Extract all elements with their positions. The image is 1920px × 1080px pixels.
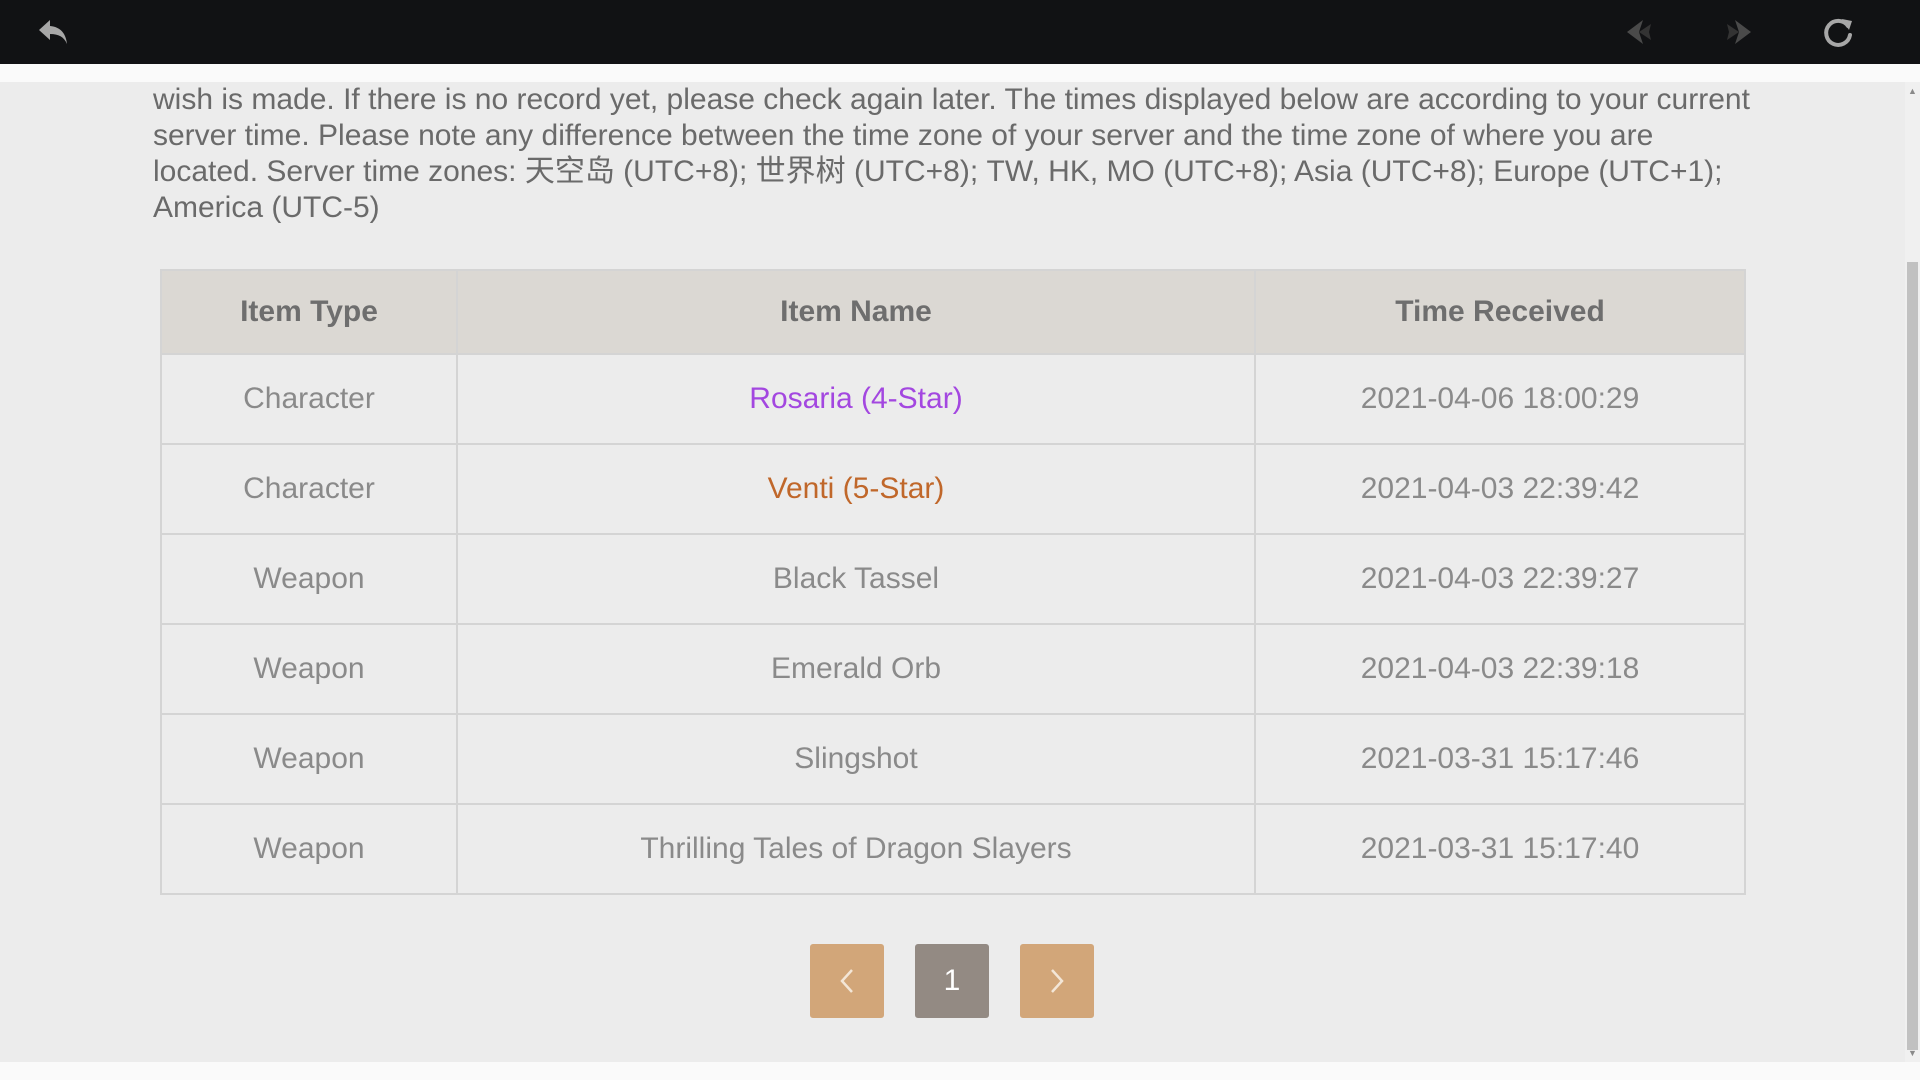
history-forward-button[interactable] xyxy=(1716,10,1760,54)
cell-item-name: Black Tassel xyxy=(456,533,1256,625)
cell-time-received: 2021-04-03 22:39:18 xyxy=(1254,623,1746,715)
cell-item-name: Slingshot xyxy=(456,713,1256,805)
arrow-left-icon xyxy=(1627,20,1651,44)
cell-item-name: Venti (5-Star) xyxy=(456,443,1256,535)
table-row: Character Rosaria (4-Star) 2021-04-06 18… xyxy=(160,353,1746,445)
cell-time-received: 2021-04-03 22:39:27 xyxy=(1254,533,1746,625)
cell-time-received: 2021-03-31 15:17:40 xyxy=(1254,803,1746,895)
cell-item-type: Character xyxy=(160,443,458,535)
cell-item-name: Emerald Orb xyxy=(456,623,1256,715)
header-item-name: Item Name xyxy=(456,269,1256,355)
next-page-button[interactable] xyxy=(1020,944,1094,1018)
intro-text: wish is made. If there is no record yet,… xyxy=(153,83,1750,224)
arrow-right-icon xyxy=(1727,20,1751,44)
table-row: Weapon Thrilling Tales of Dragon Slayers… xyxy=(160,803,1746,895)
chevron-right-icon xyxy=(1051,969,1064,993)
table-header-row: Item Type Item Name Time Received xyxy=(160,269,1746,355)
table-row: Weapon Emerald Orb 2021-04-03 22:39:18 xyxy=(160,623,1746,715)
cell-time-received: 2021-03-31 15:17:46 xyxy=(1254,713,1746,805)
page-number-button[interactable]: 1 xyxy=(915,944,989,1018)
history-back-button[interactable] xyxy=(1618,10,1662,54)
cell-time-received: 2021-04-03 22:39:42 xyxy=(1254,443,1746,535)
cell-item-type: Weapon xyxy=(160,713,458,805)
cell-item-type: Weapon xyxy=(160,623,458,715)
cell-time-received: 2021-04-06 18:00:29 xyxy=(1254,353,1746,445)
reload-button[interactable] xyxy=(1816,10,1860,54)
header-item-type: Item Type xyxy=(160,269,458,355)
cell-item-name: Thrilling Tales of Dragon Slayers xyxy=(456,803,1256,895)
scrollbar-thumb[interactable] xyxy=(1907,262,1918,1050)
scroll-up-arrow[interactable]: ▲ xyxy=(1906,84,1919,97)
header-time-received: Time Received xyxy=(1254,269,1746,355)
back-button[interactable] xyxy=(32,10,76,54)
top-toolbar xyxy=(0,0,1920,64)
table-row: Character Venti (5-Star) 2021-04-03 22:3… xyxy=(160,443,1746,535)
cell-item-type: Weapon xyxy=(160,803,458,895)
previous-page-button[interactable] xyxy=(810,944,884,1018)
wish-history-table: Item Type Item Name Time Received Charac… xyxy=(160,269,1746,895)
cell-item-type: Weapon xyxy=(160,533,458,625)
reload-icon xyxy=(1824,18,1852,47)
table-row: Weapon Slingshot 2021-03-31 15:17:46 xyxy=(160,713,1746,805)
scroll-down-arrow[interactable]: ▼ xyxy=(1906,1046,1919,1059)
back-arrow-icon xyxy=(39,20,67,44)
table-row: Weapon Black Tassel 2021-04-03 22:39:27 xyxy=(160,533,1746,625)
chevron-left-icon xyxy=(840,969,853,993)
bottom-gap xyxy=(0,1062,1920,1080)
content-viewport: wish is made. If there is no record yet,… xyxy=(0,82,1905,1062)
cell-item-name: Rosaria (4-Star) xyxy=(456,353,1256,445)
top-gap xyxy=(0,64,1920,82)
cell-item-type: Character xyxy=(160,353,458,445)
